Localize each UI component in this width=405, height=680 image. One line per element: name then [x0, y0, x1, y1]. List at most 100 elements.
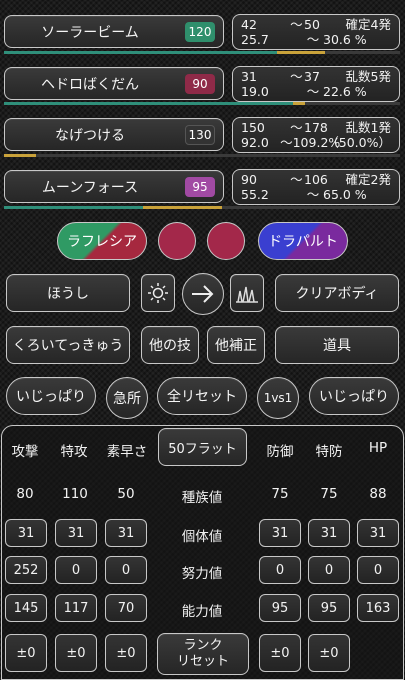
swap-direction-button[interactable] [182, 273, 224, 315]
hp-bar-range [277, 51, 325, 54]
header-sp-defense: 特防 [315, 444, 343, 460]
ko-text: 乱数5発 [345, 69, 391, 84]
stat-label: 能力値 [181, 604, 223, 620]
foe-nature-button[interactable]: いじっぱり [309, 377, 399, 415]
critical-hit-toggle[interactable]: 急所 [106, 377, 148, 419]
flat50-button[interactable]: 50フラット [158, 428, 247, 466]
ev-hp[interactable]: 0 [357, 556, 399, 584]
stat-sp-defense[interactable]: 95 [308, 594, 350, 622]
ally-ability-button[interactable]: ほうし [6, 274, 130, 312]
move-button-1[interactable]: ソーラービーム 120 [4, 15, 224, 48]
ev-defense[interactable]: 0 [259, 556, 301, 584]
hp-bar-1 [4, 51, 400, 54]
damage-result-4: 90 〜 106 確定2発 55.2 〜 65.0 % [232, 169, 400, 205]
ally-item-label: くろいてっきゅう [12, 338, 124, 354]
iv-defense[interactable]: 31 [259, 519, 301, 547]
foe-pokemon-button[interactable]: ドラパルト [258, 222, 348, 260]
foe-nature-label: いじっぱり [319, 389, 389, 405]
stat-hp[interactable]: 163 [357, 594, 399, 622]
stat-speed[interactable]: 70 [105, 594, 147, 622]
arrow-right-icon [192, 285, 214, 303]
max-percent: 65.0 % [323, 187, 367, 202]
base-attack: 80 [16, 486, 34, 502]
stat-defense[interactable]: 95 [259, 594, 301, 622]
max-damage: 178 [304, 120, 328, 135]
iv-label: 個体値 [181, 529, 223, 545]
min-damage: 31 [241, 69, 257, 84]
rank-attack[interactable]: ±0 [5, 634, 47, 672]
hp-bar-remaining [4, 206, 143, 209]
foe-item-button[interactable]: 道具 [275, 326, 399, 364]
ko-chance [377, 32, 391, 47]
battle-mode-label: 1vs1 [263, 391, 293, 405]
ally-nature-button[interactable]: いじっぱり [6, 377, 96, 415]
reset-all-button[interactable]: 全リセット [157, 377, 247, 415]
iv-speed[interactable]: 31 [105, 519, 147, 547]
iv-sp-defense[interactable]: 31 [308, 519, 350, 547]
ko-chance [377, 187, 391, 202]
party-slot-1[interactable] [158, 222, 196, 260]
move-name: ソーラービーム [41, 24, 139, 41]
hp-bar-range [4, 154, 36, 157]
min-percent: 25.7 [241, 32, 269, 47]
min-damage: 90 [241, 172, 257, 187]
hp-bar-range [142, 206, 222, 209]
ev-sp-attack[interactable]: 0 [55, 556, 97, 584]
hp-bar-range [293, 102, 305, 105]
iv-hp[interactable]: 31 [357, 519, 399, 547]
other-move-button[interactable]: 他の技 [141, 326, 199, 364]
ally-item-button[interactable]: くろいてっきゅう [6, 326, 130, 364]
rank-reset-button[interactable]: ランク リセット [157, 633, 249, 675]
iv-attack[interactable]: 31 [5, 519, 47, 547]
move-button-4[interactable]: ムーンフォース 95 [4, 170, 224, 203]
move-name: ムーンフォース [41, 179, 139, 196]
min-percent: 92.0 [241, 135, 269, 150]
flat50-label: 50フラット [168, 441, 237, 457]
rank-sp-defense[interactable]: ±0 [308, 634, 350, 672]
weather-button[interactable] [141, 274, 175, 312]
hp-bar-4 [4, 206, 400, 209]
foe-pokemon-name: ドラパルト [268, 234, 338, 250]
base-sp-defense: 75 [320, 486, 338, 502]
ko-text: 乱数1発 [345, 120, 391, 135]
base-hp: 88 [369, 486, 387, 502]
ally-nature-label: いじっぱり [16, 389, 86, 405]
base-speed: 50 [117, 486, 135, 502]
ally-pokemon-button[interactable]: ラフレシア [57, 222, 147, 260]
ko-chance [377, 84, 391, 99]
battle-mode-toggle[interactable]: 1vs1 [257, 377, 299, 419]
min-percent: 55.2 [241, 187, 269, 202]
max-percent: 22.6 % [323, 84, 367, 99]
min-percent: 19.0 [241, 84, 269, 99]
move-name: なげつける [55, 127, 125, 144]
range-tilde: 〜 [290, 17, 303, 32]
ko-text: 確定2発 [345, 172, 391, 187]
ev-speed[interactable]: 0 [105, 556, 147, 584]
ev-sp-defense[interactable]: 0 [308, 556, 350, 584]
ev-attack[interactable]: 252 [5, 556, 47, 584]
other-modifier-button[interactable]: 他補正 [207, 326, 265, 364]
range-tilde: 〜 [306, 32, 320, 47]
ko-chance: （50.0%） [326, 135, 391, 150]
stat-sp-attack[interactable]: 117 [55, 594, 97, 622]
rank-defense[interactable]: ±0 [259, 634, 301, 672]
move-button-3[interactable]: なげつける 130 [4, 118, 224, 151]
iv-sp-attack[interactable]: 31 [55, 519, 97, 547]
base-defense: 75 [271, 486, 289, 502]
rank-sp-attack[interactable]: ±0 [55, 634, 97, 672]
ally-pokemon-name: ラフレシア [67, 234, 137, 250]
max-damage: 50 [304, 17, 320, 32]
base-stat-label: 種族値 [181, 490, 223, 506]
terrain-button[interactable] [230, 274, 264, 312]
foe-ability-button[interactable]: クリアボディ [275, 274, 399, 312]
stat-attack[interactable]: 145 [5, 594, 47, 622]
damage-result-1: 42 〜 50 確定4発 25.7 〜 30.6 % [232, 14, 400, 50]
move-button-2[interactable]: ヘドロばくだん 90 [4, 67, 224, 100]
other-move-label: 他の技 [149, 338, 191, 354]
ally-ability-label: ほうし [47, 286, 89, 302]
ev-label: 努力値 [181, 566, 223, 582]
party-slot-2[interactable] [207, 222, 245, 260]
hp-bar-remaining [4, 51, 278, 54]
damage-result-3: 150 〜 178 乱数1発 92.0 〜109.2% （50.0%） [232, 117, 400, 153]
rank-speed[interactable]: ±0 [105, 634, 147, 672]
